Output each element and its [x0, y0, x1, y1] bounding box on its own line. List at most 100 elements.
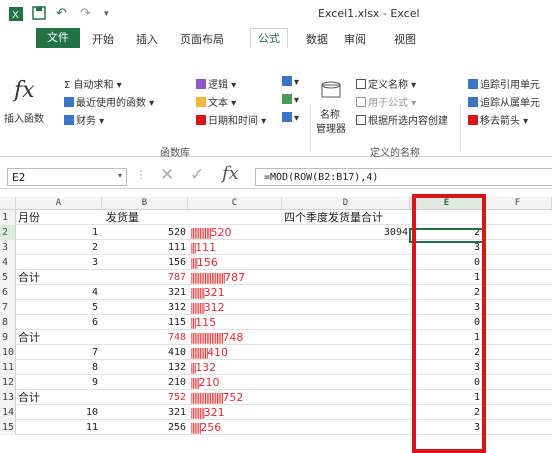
cell-c-rept-bar[interactable]: |||115 [190, 315, 216, 330]
row-header[interactable]: 7 [0, 300, 16, 315]
cell-b[interactable]: 156 [102, 255, 186, 270]
cell-b[interactable]: 111 [102, 240, 186, 255]
cell-c-rept-bar[interactable]: ||||||256 [190, 420, 221, 435]
formula-input[interactable]: =MOD(ROW(B2:B17),4) [255, 168, 552, 186]
row-header[interactable]: 13 [0, 390, 16, 405]
name-manager-label-1[interactable]: 名称 [320, 106, 340, 121]
tab-file[interactable]: 文件 [36, 28, 80, 48]
cell-c-rept-bar[interactable]: ||||||||||||||||||||787 [190, 270, 245, 285]
row-header[interactable]: 10 [0, 345, 16, 360]
row-header[interactable]: 14 [0, 405, 16, 420]
save-icon[interactable] [32, 6, 46, 24]
cell-b[interactable]: 410 [102, 345, 186, 360]
financial-button[interactable]: 财务 ▾ [64, 112, 104, 127]
undo-icon[interactable]: ↶ [56, 6, 67, 21]
row-header[interactable]: 11 [0, 360, 16, 375]
cell-b[interactable]: 748 [102, 330, 186, 345]
trace-dependents-button[interactable]: 追踪从属单元 [468, 94, 540, 109]
cell-a[interactable]: 1 [18, 225, 98, 240]
cancel-icon[interactable]: ✕ [160, 165, 174, 185]
row-header[interactable]: 12 [0, 375, 16, 390]
cell-b[interactable]: 787 [102, 270, 186, 285]
cell-c-rept-bar[interactable]: ||||||||321 [190, 285, 225, 300]
cell-c-rept-bar[interactable]: |||||210 [190, 375, 220, 390]
tab-data[interactable]: 数据 [306, 31, 328, 47]
define-name-button[interactable]: 定义名称 ▾ [356, 76, 416, 91]
tab-page-layout[interactable]: 页面布局 [180, 31, 224, 47]
row-header[interactable]: 5 [0, 270, 16, 285]
cell-b[interactable]: 312 [102, 300, 186, 315]
insert-function-fx-icon[interactable]: fx [222, 163, 239, 184]
cell-d[interactable]: 四个季度发货量合计 [284, 210, 412, 225]
customize-qa-icon[interactable]: ▾ [104, 9, 109, 19]
tab-formulas[interactable]: 公式 [250, 28, 288, 50]
column-header-f[interactable]: F [484, 197, 552, 209]
insert-function-button[interactable]: 插入函数 [4, 110, 44, 125]
cell-a[interactable]: 7 [18, 345, 98, 360]
name-manager-icon[interactable] [320, 80, 342, 101]
enter-icon[interactable]: ✓ [190, 165, 204, 185]
row-header[interactable]: 8 [0, 315, 16, 330]
cell-a[interactable]: 2 [18, 240, 98, 255]
row-header[interactable]: 6 [0, 285, 16, 300]
column-header-d[interactable]: D [282, 197, 410, 209]
cell-c-rept-bar[interactable]: ||||156 [190, 255, 218, 270]
row-header[interactable]: 2 [0, 225, 16, 240]
remove-arrows-button[interactable]: 移去箭头 ▾ [468, 112, 528, 127]
autosum-button[interactable]: Σ 自动求和 ▾ [64, 76, 122, 91]
use-in-formula-button[interactable]: 用于公式 ▾ [356, 94, 416, 109]
cell-b[interactable]: 321 [102, 405, 186, 420]
select-all-corner[interactable] [0, 197, 16, 209]
row-header[interactable]: 4 [0, 255, 16, 270]
cell-c-rept-bar[interactable]: ||||||||312 [190, 300, 225, 315]
column-header-c[interactable]: C [188, 197, 282, 209]
create-from-selection-button[interactable]: 根据所选内容创建 [356, 112, 448, 127]
cell-a[interactable]: 合计 [18, 330, 102, 345]
trace-precedents-button[interactable]: 追踪引用单元 [468, 76, 540, 91]
column-header-b[interactable]: B [102, 197, 188, 209]
cell-c-rept-bar[interactable]: |||||||||||||||||||748 [190, 330, 243, 345]
formula-bar-splitter[interactable]: ⋮ [136, 170, 146, 181]
name-box[interactable]: E2 [7, 168, 127, 186]
cell-b[interactable]: 115 [102, 315, 186, 330]
cell-a[interactable]: 11 [18, 420, 98, 435]
name-manager-label-2[interactable]: 管理器 [316, 120, 346, 135]
cell-b[interactable]: 210 [102, 375, 186, 390]
cell-b[interactable]: 520 [102, 225, 186, 240]
cell-c-rept-bar[interactable]: |||132 [190, 360, 216, 375]
cell-a[interactable]: 4 [18, 285, 98, 300]
lookup-button[interactable]: ▾ [282, 76, 299, 88]
redo-icon[interactable]: ↷ [80, 6, 91, 21]
tab-insert[interactable]: 插入 [136, 31, 158, 47]
cell-a[interactable]: 合计 [18, 390, 102, 405]
cell-a[interactable]: 10 [18, 405, 98, 420]
cell-a[interactable]: 5 [18, 300, 98, 315]
cell-c-rept-bar[interactable]: ||||||||||410 [190, 345, 228, 360]
cell-c-rept-bar[interactable]: |||111 [190, 240, 216, 255]
row-header[interactable]: 9 [0, 330, 16, 345]
more-functions-button[interactable]: ▾ [282, 112, 299, 124]
math-button[interactable]: ▾ [282, 94, 299, 106]
text-button[interactable]: 文本 ▾ [196, 94, 236, 109]
cell-b[interactable]: 321 [102, 285, 186, 300]
row-header[interactable]: 15 [0, 420, 16, 435]
cell-c-rept-bar[interactable]: ||||||||||||520 [190, 225, 231, 240]
cell-a[interactable]: 8 [18, 360, 98, 375]
name-box-dropdown-icon[interactable]: ▾ [118, 171, 122, 180]
tab-view[interactable]: 视图 [394, 31, 416, 47]
recent-functions-button[interactable]: 最近使用的函数 ▾ [64, 94, 154, 109]
tab-home[interactable]: 开始 [92, 31, 114, 47]
cell-a[interactable]: 月份 [18, 210, 102, 225]
cell-a[interactable]: 6 [18, 315, 98, 330]
cell-a[interactable]: 9 [18, 375, 98, 390]
row-header[interactable]: 1 [0, 210, 16, 225]
insert-function-icon[interactable]: fx [14, 78, 35, 103]
column-header-a[interactable]: A [16, 197, 102, 209]
cell-a[interactable]: 合计 [18, 270, 102, 285]
cell-c-rept-bar[interactable]: ||||||||321 [190, 405, 225, 420]
cell-b[interactable]: 132 [102, 360, 186, 375]
cell-c-rept-bar[interactable]: |||||||||||||||||||752 [190, 390, 243, 405]
row-header[interactable]: 3 [0, 240, 16, 255]
cell-b[interactable]: 发货量 [106, 210, 188, 225]
cell-d[interactable]: 3094 [282, 225, 408, 240]
